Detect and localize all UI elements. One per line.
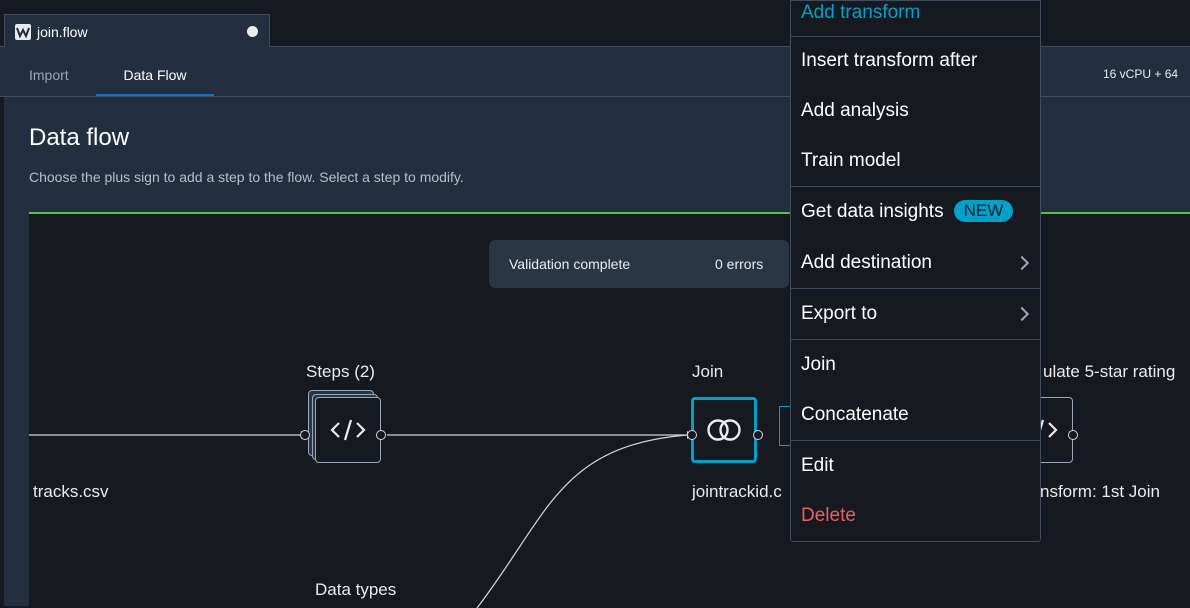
steps-input-port[interactable]	[300, 430, 310, 440]
menu-item-edit[interactable]: Edit	[801, 455, 834, 477]
sagemaker-logo-icon	[15, 24, 31, 40]
menu-item-add-transform[interactable]: Add transform	[801, 2, 920, 24]
join-node[interactable]	[691, 397, 757, 463]
menu-item-join[interactable]: Join	[801, 354, 836, 376]
menu-divider	[791, 186, 1040, 187]
join-icon	[707, 419, 741, 441]
transform-node-label: ulate 5-star rating	[1043, 362, 1176, 381]
datatypes-node-label[interactable]: Data types	[315, 580, 396, 600]
menu-item-add-analysis[interactable]: Add analysis	[801, 100, 909, 122]
join-output-port[interactable]	[753, 430, 763, 440]
steps-node-label: Steps (2)	[306, 362, 375, 381]
instance-resources[interactable]: 16 vCPU + 64	[1103, 67, 1178, 81]
validation-banner: Validation complete 0 errors	[489, 240, 789, 288]
menu-item-insert-transform-after[interactable]: Insert transform after	[801, 50, 977, 72]
transform-output-port[interactable]	[1068, 430, 1078, 440]
validation-status: Validation complete	[509, 256, 631, 272]
chevron-right-icon	[1014, 255, 1030, 271]
validation-errors: 0 errors	[715, 256, 764, 272]
file-tab[interactable]: join.flow	[4, 14, 270, 47]
menu-item-get-data-insights[interactable]: Get data insights NEW	[801, 200, 1014, 223]
page-description: Choose the plus sign to add a step to th…	[29, 169, 464, 185]
node-context-menu: Add transform Insert transform after Add…	[790, 0, 1041, 542]
tab-data-flow[interactable]: Data Flow	[96, 47, 214, 96]
edge-datatypes-join	[476, 434, 688, 608]
menu-item-label: Get data insights	[801, 201, 944, 222]
menu-item-add-destination[interactable]: Add destination	[801, 252, 932, 274]
menu-item-delete[interactable]: Delete	[801, 505, 856, 527]
file-tab-label: join.flow	[37, 24, 88, 40]
join-node-sublabel: jointrackid.c	[692, 482, 782, 501]
steps-output-port[interactable]	[376, 430, 386, 440]
steps-node[interactable]	[315, 397, 381, 463]
unsaved-dot-icon[interactable]	[247, 26, 258, 37]
tab-import[interactable]: Import	[29, 47, 69, 96]
menu-divider	[791, 288, 1040, 289]
menu-divider	[791, 36, 1040, 37]
join-node-label: Join	[692, 362, 724, 381]
menu-item-export-to[interactable]: Export to	[801, 303, 877, 325]
page-title: Data flow	[29, 124, 130, 151]
join-input-port[interactable]	[687, 430, 697, 440]
transform-node-sublabel: nsform: 1st Join	[1040, 482, 1160, 501]
new-badge: NEW	[953, 200, 1014, 222]
source-node-label[interactable]: tracks.csv	[33, 482, 109, 502]
code-icon	[330, 419, 366, 441]
menu-item-train-model[interactable]: Train model	[801, 150, 901, 172]
menu-divider	[791, 440, 1040, 441]
chevron-right-icon	[1014, 306, 1030, 322]
menu-divider	[791, 339, 1040, 340]
menu-item-concatenate[interactable]: Concatenate	[801, 404, 909, 426]
